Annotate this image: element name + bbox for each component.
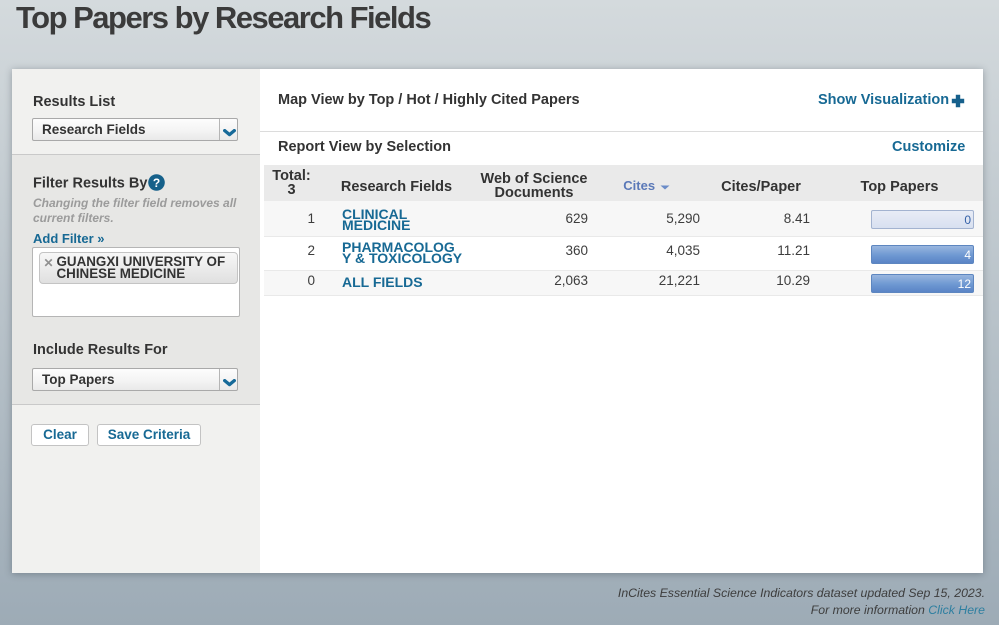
svg-text:?: ? bbox=[153, 176, 160, 190]
